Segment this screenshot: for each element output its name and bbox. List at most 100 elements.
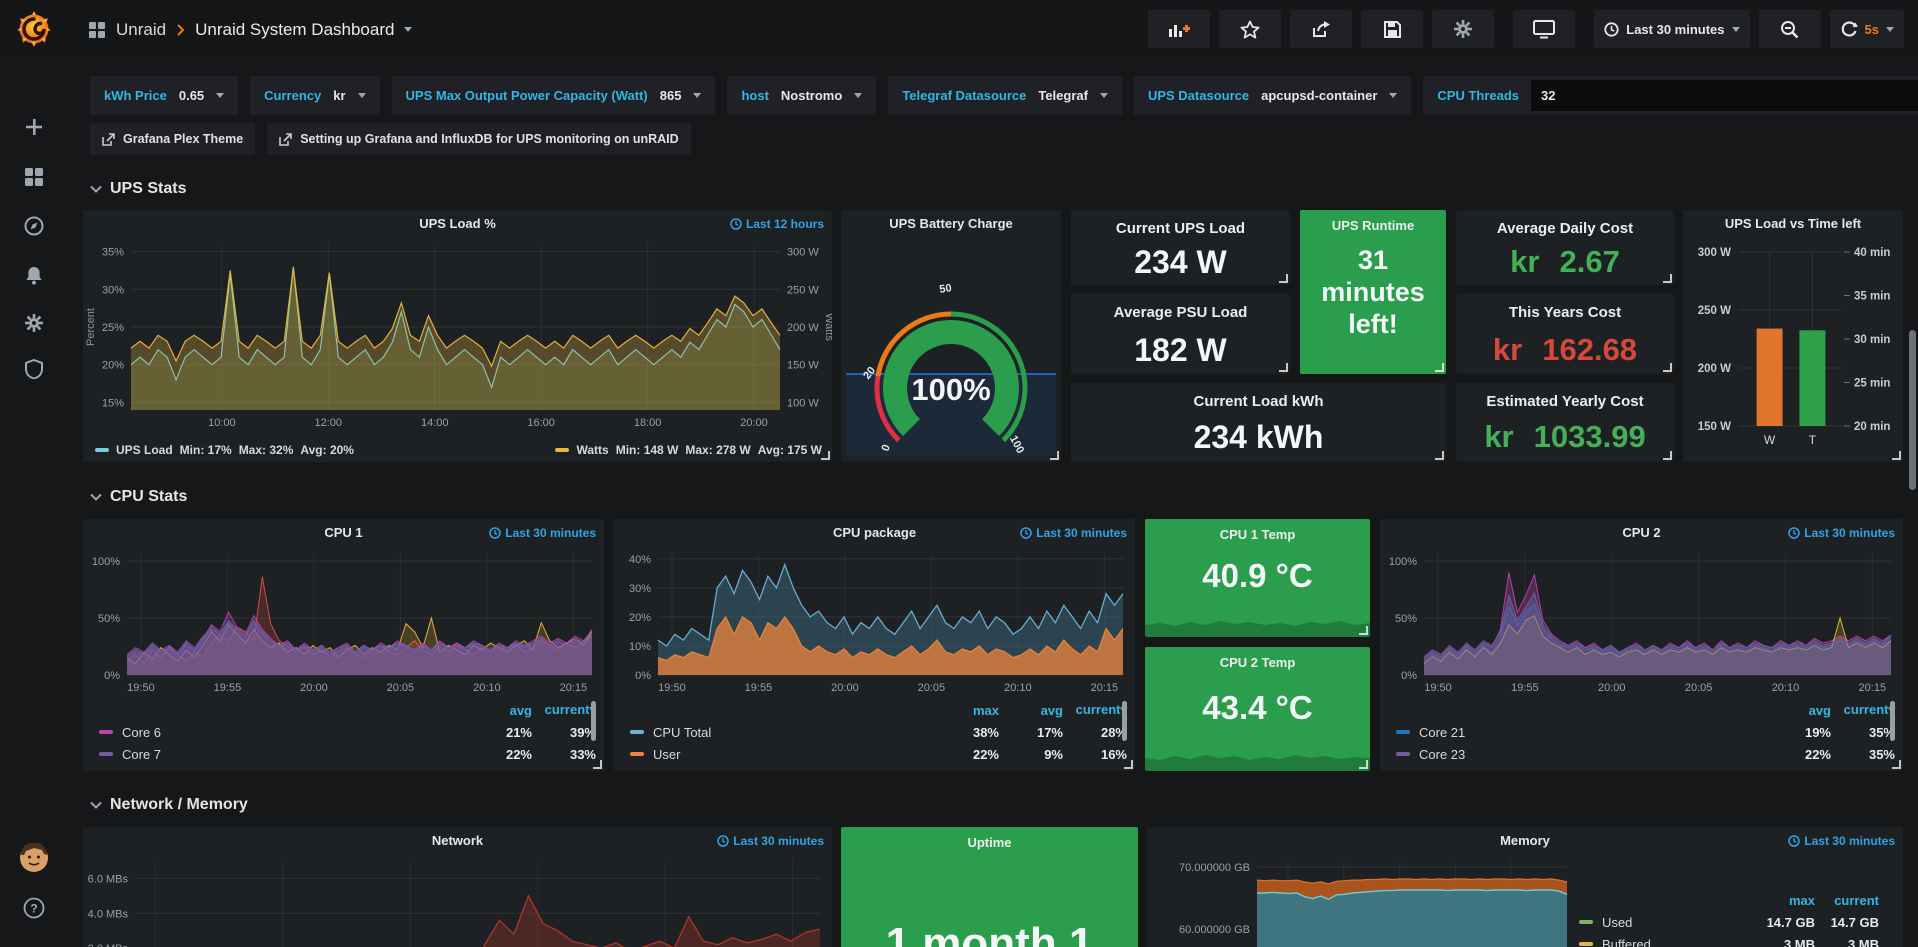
legend-series-used[interactable]: Used14.7 GB14.7 GB [1579,911,1879,933]
legend-label[interactable]: User [630,747,935,762]
variable-cpu-threads[interactable]: CPU Threads32 [1423,76,1918,115]
legend-scrollbar[interactable] [1890,701,1895,741]
legend-label[interactable]: CPU Total [630,725,935,740]
panel-title[interactable]: Network [123,827,792,855]
user-avatar[interactable] [0,836,67,880]
legend-series-buffered[interactable]: Buffered3 MB3 MB [1579,933,1879,947]
panel-resize-handle[interactable] [1279,363,1288,372]
panel-title[interactable]: Memory [1187,827,1863,855]
stat-title[interactable]: Uptime [841,835,1138,850]
bar-T[interactable] [1799,330,1825,426]
panel-title[interactable]: UPS Load vs Time left [1691,210,1895,238]
legend-series-watts[interactable]: WattsMin: 148 WMax: 278 WAvg: 175 W [555,443,822,457]
dashboard-settings-button[interactable] [1432,10,1494,48]
cycle-view-mode-button[interactable] [1513,10,1575,48]
zoom-out-button[interactable] [1759,10,1821,48]
panel-resize-handle[interactable] [1663,363,1672,372]
share-button[interactable] [1290,10,1352,48]
panel-resize-handle[interactable] [821,451,830,460]
cpu2-chart[interactable]: 19:5019:5520:0020:0520:1020:15100%50%0% [1380,545,1903,699]
stat-title[interactable]: Estimated Yearly Cost [1456,393,1674,410]
variable-caret-icon[interactable] [216,93,224,98]
stat-title[interactable]: Current UPS Load [1071,220,1290,237]
variable-value[interactable]: Telegraf [1038,88,1088,103]
panel-resize-handle[interactable] [1663,451,1672,460]
variable-input[interactable]: 32 [1531,80,1918,111]
apps-grid-icon[interactable] [88,21,106,39]
legend-sort-max[interactable]: max [935,703,999,718]
stat-title[interactable]: CPU 2 Temp [1145,655,1370,670]
legend-series-core-6[interactable]: Core 621%39% [99,721,596,743]
dashboard-link[interactable]: Setting up Grafana and InfluxDB for UPS … [267,123,690,155]
save-button[interactable] [1361,10,1423,48]
panel-resize-handle[interactable] [1359,626,1368,635]
variable-caret-icon[interactable] [854,93,862,98]
add-panel-button[interactable] [1148,10,1210,48]
legend-label[interactable]: Core 7 [99,747,468,762]
legend-series-ups-load[interactable]: UPS LoadMin: 17%Max: 32%Avg: 20% [95,443,354,457]
panel-title[interactable]: UPS Load % [123,210,792,238]
legend-sort-avg[interactable]: avg [1767,703,1831,718]
stat-title[interactable]: CPU 1 Temp [1145,527,1370,542]
variable-caret-icon[interactable] [1100,93,1108,98]
sidebar-item-configuration[interactable] [0,301,67,345]
panel-resize-handle[interactable] [1892,451,1901,460]
panel-title[interactable]: UPS Battery Charge [851,210,1051,238]
legend-sort-current[interactable]: current▾ [532,702,596,718]
legend-label[interactable]: Core 23 [1396,747,1767,762]
bar-W[interactable] [1757,329,1783,426]
panel-resize-handle[interactable] [1359,760,1368,769]
legend-label[interactable]: Core 6 [99,725,468,740]
grafana-logo[interactable] [0,7,67,51]
legend-sort-avg[interactable]: avg [468,703,532,718]
stat-title[interactable]: This Years Cost [1456,304,1674,321]
variable-kwh-price[interactable]: kWh Price0.65 [90,76,238,115]
cpu1-chart[interactable]: 19:5019:5520:0020:0520:1020:15100%50%0% [83,545,604,699]
legend-label[interactable]: Buffered [1579,937,1751,947]
section-ups-stats[interactable]: UPS Stats [90,180,186,198]
legend-series-core-7[interactable]: Core 722%33% [99,743,596,765]
legend-series-cpu-total[interactable]: CPU Total38%17%28% [630,721,1127,743]
legend-sort-current[interactable]: current▾ [1063,702,1127,718]
variable-telegraf-datasource[interactable]: Telegraf DatasourceTelegraf [888,76,1122,115]
variable-ups-datasource[interactable]: UPS Datasourceapcupsd-container [1134,76,1411,115]
refresh-button[interactable]: 5s [1830,10,1904,48]
page-scrollbar[interactable] [1909,330,1916,490]
variable-value[interactable]: 865 [660,88,682,103]
ups-bar-chart[interactable]: 300 W250 W200 W150 W40 min35 min30 min25… [1683,238,1903,462]
variable-ups-max-output-power-capacity-watt-[interactable]: UPS Max Output Power Capacity (Watt)865 [392,76,716,115]
variable-value[interactable]: 32 [1541,88,1555,103]
sidebar-item-alerting[interactable] [0,253,67,297]
panel-resize-handle[interactable] [1050,451,1059,460]
panel-resize-handle[interactable] [1435,451,1444,460]
legend-sort-current[interactable]: current [1815,893,1879,908]
panel-resize-handle[interactable] [1892,760,1901,769]
cpu-package-chart[interactable]: 19:5019:5520:0020:0520:1020:1540%30%20%1… [614,545,1135,699]
legend-sort-avg[interactable]: avg [999,703,1063,718]
refresh-interval-caret-icon[interactable] [1886,27,1894,32]
legend-label[interactable]: Core 21 [1396,725,1767,740]
sidebar-item-create[interactable] [0,105,67,149]
section-network-memory[interactable]: Network / Memory [90,796,248,814]
star-button[interactable] [1219,10,1281,48]
variable-value[interactable]: kr [333,88,345,103]
stat-title[interactable]: Average Daily Cost [1456,220,1674,237]
sidebar-item-help[interactable]: ? [0,886,67,930]
breadcrumb-current[interactable]: Unraid System Dashboard [195,20,394,40]
stat-title[interactable]: UPS Runtime [1300,218,1446,233]
section-cpu-stats[interactable]: CPU Stats [90,488,187,506]
panel-resize-handle[interactable] [1435,363,1444,372]
panel-resize-handle[interactable] [1663,274,1672,283]
panel-resize-handle[interactable] [593,760,602,769]
variable-caret-icon[interactable] [1389,93,1397,98]
legend-series-user[interactable]: User22%9%16% [630,743,1127,765]
variable-value[interactable]: Nostromo [781,88,842,103]
network-chart[interactable]: 6.0 MBs4.0 MBs2.0 MBs [83,853,832,947]
ups-load-chart[interactable]: 10:0012:0014:0016:0018:0020:0035%30%25%2… [83,236,832,434]
time-range-picker[interactable]: Last 30 minutes [1594,10,1749,48]
sidebar-item-server-admin[interactable] [0,347,67,391]
sidebar-item-explore[interactable] [0,204,67,248]
sidebar-item-dashboards[interactable] [0,155,67,199]
dashboard-picker-caret-icon[interactable] [404,27,412,32]
panel-resize-handle[interactable] [1124,760,1133,769]
